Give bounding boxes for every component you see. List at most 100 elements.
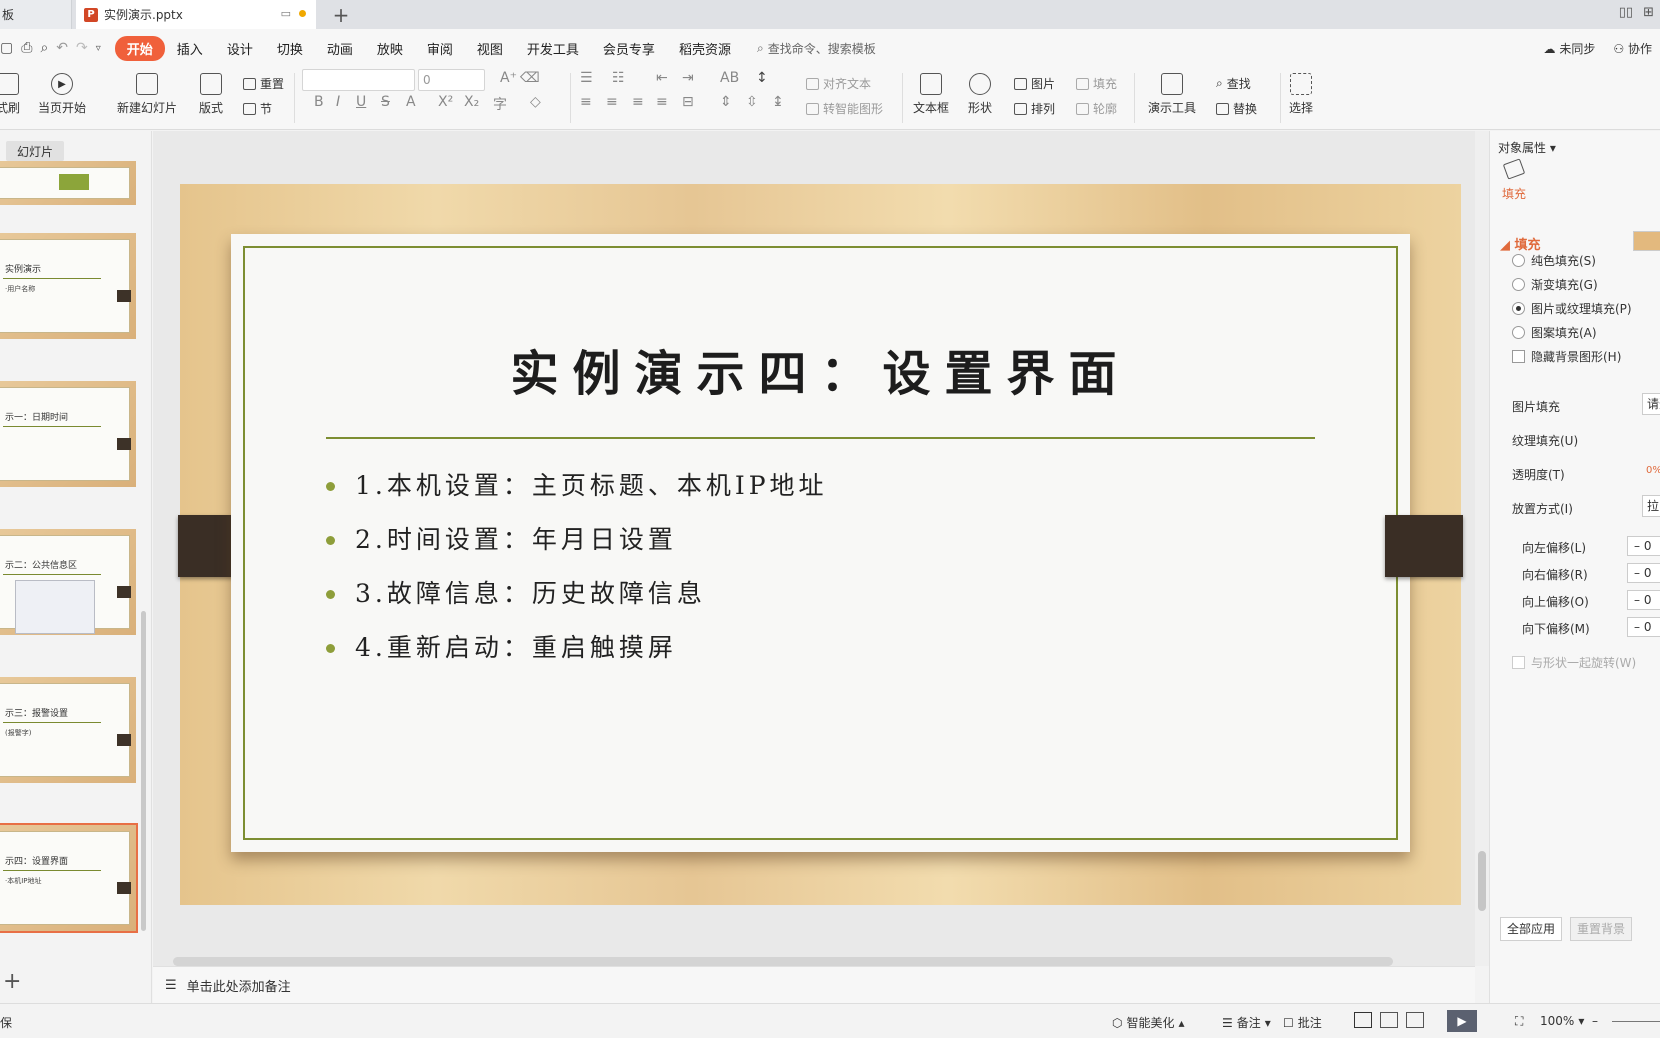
picture-fill-select[interactable]: 请选 bbox=[1642, 393, 1660, 415]
font-color-icon[interactable]: A bbox=[406, 94, 416, 110]
solid-fill-option[interactable]: 纯色填充(S) bbox=[1512, 252, 1596, 269]
menu-home[interactable]: 开始 bbox=[114, 35, 165, 61]
align-text-button[interactable]: 对齐文本 bbox=[806, 75, 871, 92]
justify-icon[interactable]: ≡ bbox=[656, 94, 668, 110]
text-direction-icon[interactable]: AB bbox=[720, 70, 739, 86]
menu-design[interactable]: 设计 bbox=[215, 39, 265, 58]
slide-bullet-list[interactable]: 1.本机设置：主页标题、本机IP地址 2.时间设置：年月日设置 3.故障信息：历… bbox=[326, 459, 828, 675]
slide-thumbnail-5[interactable]: 示三：报警设置 (报警字) bbox=[0, 677, 136, 783]
highlight-icon[interactable]: ◇ bbox=[530, 94, 541, 110]
fill-button[interactable]: 填充 bbox=[1076, 75, 1117, 92]
menu-animations[interactable]: 动画 bbox=[315, 39, 365, 58]
italic-icon[interactable]: I bbox=[336, 94, 340, 110]
picture-button[interactable]: 图片 bbox=[1014, 75, 1055, 92]
picture-texture-fill-option[interactable]: 图片或纹理填充(P) bbox=[1512, 300, 1632, 317]
command-search[interactable]: ⌕ 查找命令、搜索模板 bbox=[757, 40, 876, 57]
slides-pane-tab[interactable]: 幻灯片 bbox=[6, 141, 64, 161]
align-left-icon[interactable]: ≡ bbox=[580, 94, 592, 110]
hide-background-shapes-checkbox[interactable]: 隐藏背景图形(H) bbox=[1512, 348, 1621, 365]
outline-button[interactable]: 轮廓 bbox=[1076, 100, 1117, 117]
vertical-scrollbar[interactable] bbox=[1475, 131, 1489, 966]
font-family-select[interactable] bbox=[302, 69, 415, 91]
offset-right-stepper[interactable]: – 0 bbox=[1627, 563, 1660, 583]
reading-view-icon[interactable] bbox=[1406, 1012, 1424, 1028]
add-slide-icon[interactable]: + bbox=[3, 969, 21, 994]
zoom-level[interactable]: 100% ▾ bbox=[1540, 1014, 1584, 1028]
fill-color-swatch[interactable] bbox=[1633, 231, 1660, 251]
slide-thumbnail-6-selected[interactable]: 示四：设置界面 ·本机IP地址 bbox=[0, 823, 138, 933]
textbox-button[interactable]: 文本框 bbox=[913, 73, 949, 116]
menu-view[interactable]: 视图 bbox=[465, 39, 515, 58]
slide-thumbnail-1[interactable] bbox=[0, 161, 136, 205]
menu-insert[interactable]: 插入 bbox=[165, 39, 215, 58]
decrease-indent-icon[interactable]: ⇤ bbox=[656, 70, 668, 86]
print-icon[interactable]: ⎙ bbox=[21, 40, 32, 56]
play-from-current-button[interactable]: ▶ 当页开始 bbox=[38, 73, 86, 116]
layout-button[interactable]: 版式 bbox=[199, 73, 223, 116]
slide-thumbnail-4[interactable]: 示二：公共信息区 bbox=[0, 529, 136, 635]
slide-sorter-view-icon[interactable] bbox=[1380, 1012, 1398, 1028]
char-spacing-icon[interactable]: 字 bbox=[493, 94, 507, 114]
para-spacing-icon[interactable]: ⇕ bbox=[720, 94, 732, 110]
fill-tab[interactable]: 填充 bbox=[1502, 158, 1526, 202]
smart-beautify-button[interactable]: ⬡ 智能美化 ▴ bbox=[1112, 1014, 1185, 1031]
offset-bottom-stepper[interactable]: – 0 bbox=[1627, 617, 1660, 637]
menu-developer[interactable]: 开发工具 bbox=[515, 39, 591, 58]
section-button[interactable]: 节 bbox=[243, 100, 272, 117]
print-preview-icon[interactable]: ⌕ bbox=[40, 40, 48, 56]
para-spacing-2-icon[interactable]: ⇳ bbox=[746, 94, 758, 110]
replace-button[interactable]: 替换 bbox=[1216, 100, 1257, 117]
collaborate-button[interactable]: ⚇ 协作 bbox=[1613, 40, 1652, 57]
slide-thumbnail-2[interactable]: 实例演示 ·用户名称 bbox=[0, 233, 136, 339]
apply-all-button[interactable]: 全部应用 bbox=[1500, 917, 1563, 941]
menu-docer-resources[interactable]: 稻壳资源 bbox=[667, 39, 743, 58]
tab-active-document[interactable]: P 实例演示.pptx ▭ bbox=[76, 0, 316, 29]
reading-layout-icon[interactable]: ▯▯ bbox=[1619, 5, 1633, 20]
vertical-scroll-thumb[interactable] bbox=[1478, 851, 1486, 911]
reset-button[interactable]: 重置 bbox=[243, 75, 284, 92]
underline-icon[interactable]: U bbox=[356, 94, 366, 110]
texture-fill-label[interactable]: 纹理填充(U) bbox=[1512, 432, 1578, 449]
grid-layout-icon[interactable]: ⊞ bbox=[1643, 5, 1654, 20]
undo-icon[interactable]: ↶ bbox=[56, 40, 68, 56]
select-button[interactable]: 选择 bbox=[1289, 73, 1313, 116]
align-right-icon[interactable]: ≡ bbox=[632, 94, 644, 110]
new-slide-button[interactable]: 新建幻灯片 bbox=[117, 73, 177, 116]
tab-previous-document[interactable]: 板 bbox=[0, 0, 72, 29]
monitor-icon[interactable]: ▭ bbox=[281, 7, 291, 20]
grow-font-icon[interactable]: A⁺ bbox=[500, 70, 517, 86]
menu-review[interactable]: 审阅 bbox=[415, 39, 465, 58]
fit-window-icon[interactable]: ⛶ bbox=[1515, 1014, 1523, 1029]
zoom-slider[interactable] bbox=[1612, 1021, 1660, 1022]
clear-format-icon[interactable]: ⌫ bbox=[520, 70, 540, 86]
offset-left-stepper[interactable]: – 0 bbox=[1627, 536, 1660, 556]
customize-dropdown-icon[interactable]: ▿ bbox=[96, 43, 101, 54]
find-button[interactable]: ⌕ 查找 bbox=[1216, 75, 1251, 92]
font-size-select[interactable]: 0 bbox=[418, 69, 485, 91]
increase-indent-icon[interactable]: ⇥ bbox=[682, 70, 694, 86]
normal-view-icon[interactable] bbox=[1354, 1012, 1372, 1028]
menu-slideshow[interactable]: 放映 bbox=[365, 39, 415, 58]
fill-section-header[interactable]: ◢ 填充 bbox=[1500, 234, 1541, 253]
smart-shape-button[interactable]: 转智能图形 bbox=[806, 100, 883, 117]
notes-toggle-button[interactable]: ☰ 备注 ▾ bbox=[1222, 1014, 1271, 1031]
format-painter-button[interactable]: 式刷 bbox=[0, 73, 20, 116]
placement-select[interactable]: 拉 bbox=[1642, 495, 1660, 517]
thumbnail-scrollbar[interactable] bbox=[141, 611, 146, 931]
notes-bar[interactable]: ☰ 单击此处添加备注 bbox=[153, 966, 1475, 1003]
menu-transitions[interactable]: 切换 bbox=[265, 39, 315, 58]
panel-header[interactable]: 对象属性 ▾ bbox=[1498, 139, 1556, 156]
current-slide[interactable]: 实例演示四：设置界面 1.本机设置：主页标题、本机IP地址 2.时间设置：年月日… bbox=[178, 184, 1463, 905]
redo-icon[interactable]: ↷ bbox=[76, 40, 88, 56]
para-spacing-3-icon[interactable]: ↨ bbox=[772, 94, 784, 110]
save-icon[interactable]: ▢ bbox=[0, 40, 13, 56]
shape-button[interactable]: 形状 bbox=[968, 73, 992, 116]
bold-icon[interactable]: B bbox=[314, 94, 324, 110]
menu-member[interactable]: 会员专享 bbox=[591, 39, 667, 58]
bullets-icon[interactable]: ☰ bbox=[580, 70, 593, 86]
horizontal-scrollbar[interactable] bbox=[173, 957, 1393, 966]
transparency-slider[interactable]: 0% bbox=[1642, 461, 1660, 483]
arrange-button[interactable]: 排列 bbox=[1014, 100, 1055, 117]
play-slideshow-button[interactable]: ▶ bbox=[1447, 1010, 1477, 1032]
superscript-icon[interactable]: X² bbox=[438, 94, 453, 110]
